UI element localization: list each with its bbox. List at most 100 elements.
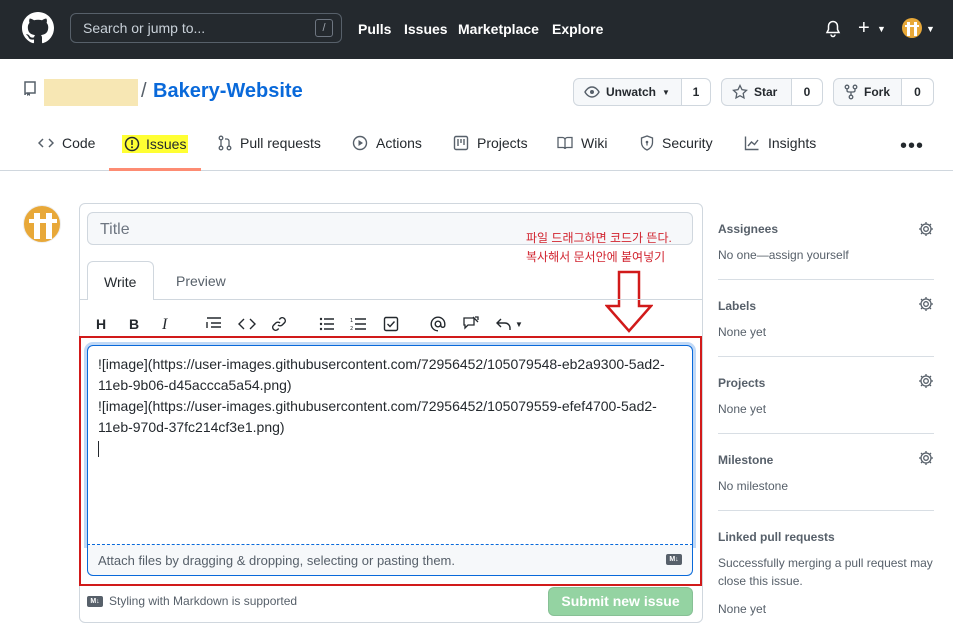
star-label: Star [754,85,778,99]
tab-divider [79,299,703,300]
bold-icon[interactable]: B [129,316,139,332]
eye-icon [584,86,600,98]
book-icon [557,136,573,150]
star-icon [732,84,748,100]
graph-icon [744,136,759,151]
milestone-value: No milestone [718,479,789,493]
fork-count[interactable]: 0 [902,79,933,105]
submit-issue-button[interactable]: Submit new issue [548,587,693,616]
tab-insights-label: Insights [768,135,817,151]
watch-button[interactable]: Unwatch ▼ 1 [573,78,711,106]
active-tab-underline [109,168,201,171]
global-header: Search or jump to... / Pulls Issues Mark… [0,0,953,59]
play-icon [352,135,368,151]
tab-wiki[interactable]: Wiki [557,135,607,151]
body-line-2: 11eb-9b06-d45accca5a54.png) [98,377,292,393]
search-shortcut-key: / [315,19,333,37]
more-options-icon[interactable]: ••• [900,135,924,158]
star-count[interactable]: 0 [792,79,822,105]
tab-code-label: Code [62,135,96,151]
tab-pull-requests[interactable]: Pull requests [218,135,321,151]
chevron-down-icon: ▼ [877,24,886,34]
search-placeholder: Search or jump to... [83,20,206,36]
tab-preview[interactable]: Preview [176,273,226,289]
issues-tab-highlight: Issues [122,135,189,153]
italic-icon[interactable]: I [162,316,167,334]
bell-icon[interactable] [825,20,841,38]
labels-title[interactable]: Labels [718,299,756,313]
sidebar-milestone: Milestone No milestone [718,447,934,511]
labels-value: None yet [718,325,767,339]
bulleted-list-icon[interactable] [319,317,335,331]
linked-prs-title: Linked pull requests [718,530,835,544]
nav-issues[interactable]: Issues [404,21,448,37]
projects-title[interactable]: Projects [718,376,765,390]
repo-name-link[interactable]: Bakery-Website [153,80,303,103]
github-logo-icon[interactable] [22,12,54,44]
tab-insights[interactable]: Insights [744,135,816,151]
reply-icon[interactable] [495,317,513,331]
fork-icon [844,84,858,100]
star-button[interactable]: Star 0 [721,78,823,106]
author-avatar [23,205,61,243]
linked-prs-value: None yet [718,602,767,616]
reply-chevron-down-icon[interactable]: ▼ [515,320,523,329]
cross-reference-icon[interactable] [462,316,480,332]
assignees-title[interactable]: Assignees [718,222,778,236]
fork-button[interactable]: Fork 0 [833,78,934,106]
markdown-help-link[interactable]: M↓ Styling with Markdown is supported [87,594,297,608]
text-cursor [98,438,682,459]
numbered-list-icon[interactable]: 12 [350,317,367,331]
mention-icon[interactable] [430,316,446,332]
issue-body-textarea[interactable]: ![image](https://user-images.githubuserc… [87,345,693,545]
project-board-icon [453,135,469,151]
shield-icon [640,135,654,151]
projects-value: None yet [718,402,767,416]
plus-icon[interactable]: + [858,17,870,40]
link-icon[interactable] [271,316,287,332]
body-line-4: 11eb-970d-37fc214cf3e1.png) [98,419,285,435]
assignees-value[interactable]: No one—assign yourself [718,246,849,264]
repo-icon [24,81,36,96]
tab-actions-label: Actions [376,135,422,151]
heading-icon[interactable]: H [96,316,106,332]
issue-opened-icon [124,136,140,152]
tab-write[interactable]: Write [87,261,154,300]
task-list-icon[interactable] [383,316,399,332]
tab-actions[interactable]: Actions [352,135,422,151]
sidebar-linked-prs: Linked pull requests Successfully mergin… [718,524,934,624]
title-placeholder: Title [100,221,130,238]
tab-wiki-label: Wiki [581,135,608,151]
body-line-1: ![image](https://user-images.githubuserc… [98,356,665,372]
code-icon[interactable] [238,318,256,330]
quote-icon[interactable] [206,317,222,331]
gear-icon[interactable] [918,221,934,237]
file-attach-bar[interactable]: Attach files by dragging & dropping, sel… [87,545,693,576]
tab-security-label: Security [662,135,713,151]
user-avatar[interactable] [902,18,922,38]
nav-marketplace[interactable]: Marketplace [458,21,539,37]
annotation-line-1: 파일 드래그하면 코드가 뜬다. [526,231,672,245]
gear-icon[interactable] [918,450,934,466]
tab-issues[interactable]: Issues [122,135,189,153]
tab-write-label: Write [104,274,137,290]
tab-security[interactable]: Security [640,135,713,151]
gear-icon[interactable] [918,373,934,389]
tab-code[interactable]: Code [38,135,95,151]
watch-count[interactable]: 1 [682,79,710,105]
linked-prs-description: Successfully merging a pull request may … [718,556,933,588]
nav-explore[interactable]: Explore [552,21,603,37]
pull-request-icon [218,135,232,151]
tab-projects[interactable]: Projects [453,135,528,151]
avatar-chevron-down-icon: ▼ [926,24,935,34]
sidebar-labels: Labels None yet [718,293,934,357]
milestone-title[interactable]: Milestone [718,453,773,467]
gear-icon[interactable] [918,296,934,312]
search-input[interactable]: Search or jump to... / [70,13,342,43]
markdown-note: Styling with Markdown is supported [109,594,298,608]
markdown-icon: M↓ [666,554,682,565]
svg-text:2: 2 [350,326,353,331]
attach-text: Attach files by dragging & dropping, sel… [98,553,455,568]
repo-separator: / [141,80,147,102]
nav-pulls[interactable]: Pulls [358,21,391,37]
